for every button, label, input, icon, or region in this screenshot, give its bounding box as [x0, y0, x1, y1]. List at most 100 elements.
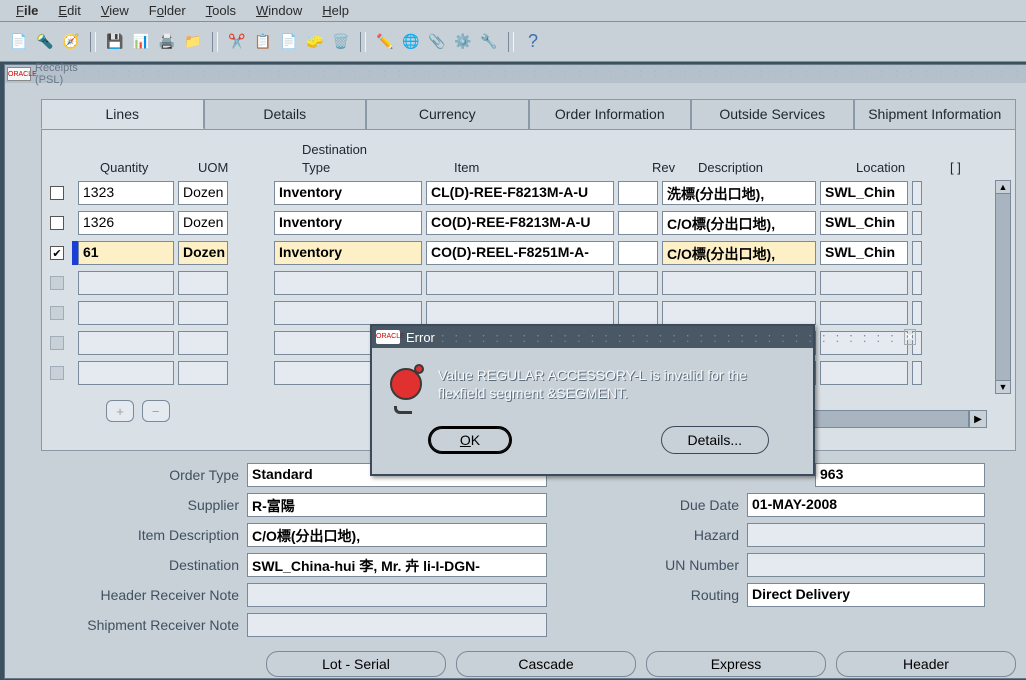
tab-order-information[interactable]: Order Information	[529, 99, 692, 129]
cell-rev[interactable]	[618, 181, 658, 205]
close-form-icon[interactable]: 📁	[182, 31, 204, 53]
erase-icon[interactable]: 🧽	[304, 31, 326, 53]
lbl-due-date: Due Date	[547, 497, 739, 513]
row-checkbox[interactable]	[50, 186, 64, 200]
menu-view[interactable]: View	[91, 3, 139, 18]
menu-edit[interactable]: Edit	[48, 3, 90, 18]
cell-location[interactable]: SWL_Chin	[820, 211, 908, 235]
copy-icon[interactable]: 📋	[252, 31, 274, 53]
menu-tools[interactable]: Tools	[196, 3, 246, 18]
dff-cell[interactable]	[912, 211, 922, 235]
scroll-up-icon[interactable]: ▲	[995, 180, 1011, 194]
menu-folder[interactable]: Folder	[139, 3, 196, 18]
cell-desc[interactable]: 洗標(分出口地),	[662, 181, 816, 205]
cell-quantity[interactable]: 1326	[78, 211, 174, 235]
express-button[interactable]: Express	[646, 651, 826, 677]
attachments-icon[interactable]: 📎	[426, 31, 448, 53]
col-rev: Rev	[652, 160, 675, 175]
lbl-hazard: Hazard	[547, 527, 739, 543]
delete-icon[interactable]: 🗑️	[330, 31, 352, 53]
close-icon[interactable]: ✕	[904, 329, 916, 345]
cell-desttype[interactable]: Inventory	[274, 211, 422, 235]
cell-uom[interactable]: Dozen	[178, 211, 228, 235]
fld-supplier[interactable]: R-富陽	[247, 493, 547, 517]
cut-icon[interactable]: ✂️	[226, 31, 248, 53]
row-checkbox[interactable]	[50, 216, 64, 230]
print-icon[interactable]: 🖨️	[156, 31, 178, 53]
dff-cell[interactable]	[912, 241, 922, 265]
fld-shipment-receiver-note[interactable]	[247, 613, 547, 637]
cell-rev[interactable]	[618, 211, 658, 235]
cell-uom[interactable]: Dozen	[178, 181, 228, 205]
find-icon[interactable]: 🔦	[34, 31, 56, 53]
dff-cell[interactable]	[912, 181, 922, 205]
nav-icon[interactable]: 🧭	[60, 31, 82, 53]
fld-destination[interactable]: SWL_China-hui 李, Mr. 卉 li-I-DGN-	[247, 553, 547, 577]
scroll-right-icon[interactable]: ▶	[969, 410, 987, 428]
row-checkbox[interactable]	[50, 336, 64, 350]
folder-tools-icon[interactable]: 🔧	[478, 31, 500, 53]
cell-location[interactable]: SWL_Chin	[820, 241, 908, 265]
cell-desc[interactable]: C/O標(分出口地),	[662, 211, 816, 235]
tab-lines[interactable]: Lines	[41, 99, 204, 129]
fld-header-receiver-note[interactable]	[247, 583, 547, 607]
table-row: 1323 Dozen Inventory CL(D)-REE-F8213M-A-…	[48, 180, 1009, 206]
new-icon[interactable]: 📄	[8, 31, 30, 53]
details-button[interactable]: Details...	[661, 426, 769, 454]
lbl-shipment-receiver-note: Shipment Receiver Note	[41, 617, 239, 633]
col-item: Item	[454, 160, 479, 175]
lbl-item-desc: Item Description	[41, 527, 239, 543]
window-titlebar[interactable]: ORACLE Receipts (PSL) ::::::::::::::::::…	[5, 65, 1026, 83]
add-row-button[interactable]: +	[106, 400, 134, 422]
table-row: 1326 Dozen Inventory CO(D)-REE-F8213M-A-…	[48, 210, 1009, 236]
lbl-un-number: UN Number	[547, 557, 739, 573]
menu-window[interactable]: Window	[246, 3, 312, 18]
cell-item[interactable]: CO(D)-REE-F8213M-A-U	[426, 211, 614, 235]
fld-item-desc[interactable]: C/O標(分出口地),	[247, 523, 547, 547]
cell-desttype[interactable]: Inventory	[274, 181, 422, 205]
col-location: Location	[856, 160, 905, 175]
row-checkbox[interactable]	[50, 366, 64, 380]
scroll-down-icon[interactable]: ▼	[995, 380, 1011, 394]
oracle-logo-icon: ORACLE	[7, 67, 31, 81]
fld-hazard[interactable]	[747, 523, 985, 547]
save-icon[interactable]: 💾	[104, 31, 126, 53]
tools-icon[interactable]: ⚙️	[452, 31, 474, 53]
cell-item[interactable]: CL(D)-REE-F8213M-A-U	[426, 181, 614, 205]
cell-item[interactable]: CO(D)-REEL-F8251M-A-	[426, 241, 614, 265]
tab-currency[interactable]: Currency	[366, 99, 529, 129]
paste-icon[interactable]: 📄	[278, 31, 300, 53]
vscrollbar[interactable]: ▲ ▼	[995, 180, 1011, 394]
row-checkbox[interactable]	[50, 306, 64, 320]
fld-due-date[interactable]: 01-MAY-2008	[747, 493, 985, 517]
tab-details[interactable]: Details	[204, 99, 367, 129]
cell-desc[interactable]: C/O標(分出口地),	[662, 241, 816, 265]
fld-order-num[interactable]: 963	[815, 463, 985, 487]
cascade-button[interactable]: Cascade	[456, 651, 636, 677]
cell-uom[interactable]: Dozen	[178, 241, 228, 265]
cell-rev[interactable]	[618, 241, 658, 265]
tab-shipment-information[interactable]: Shipment Information	[854, 99, 1017, 129]
lot-serial-button[interactable]: Lot - Serial	[266, 651, 446, 677]
fld-un-number[interactable]	[747, 553, 985, 577]
row-checkbox[interactable]	[50, 276, 64, 290]
window-title: Receipts (PSL)	[35, 62, 78, 86]
next-step-icon[interactable]: 📊	[130, 31, 152, 53]
remove-row-button[interactable]: −	[142, 400, 170, 422]
menu-help[interactable]: Help	[312, 3, 359, 18]
fld-routing[interactable]: Direct Delivery	[747, 583, 985, 607]
cell-desttype[interactable]: Inventory	[274, 241, 422, 265]
error-titlebar[interactable]: ORACLE Error :::::::::::::::::::::::::::…	[372, 326, 813, 348]
tab-outside-services[interactable]: Outside Services	[691, 99, 854, 129]
cell-quantity[interactable]: 61	[78, 241, 174, 265]
row-checkbox[interactable]: ✔	[50, 246, 64, 260]
alarm-bell-icon	[390, 368, 422, 408]
ok-button[interactable]: OK	[428, 426, 512, 454]
cell-quantity[interactable]: 1323	[78, 181, 174, 205]
edit-field-icon[interactable]: ✏️	[374, 31, 396, 53]
help-icon[interactable]: ?	[522, 31, 544, 53]
menu-file[interactable]: File	[6, 3, 48, 18]
cell-location[interactable]: SWL_Chin	[820, 181, 908, 205]
translate-icon[interactable]: 🌐	[400, 31, 422, 53]
header-button[interactable]: Header	[836, 651, 1016, 677]
